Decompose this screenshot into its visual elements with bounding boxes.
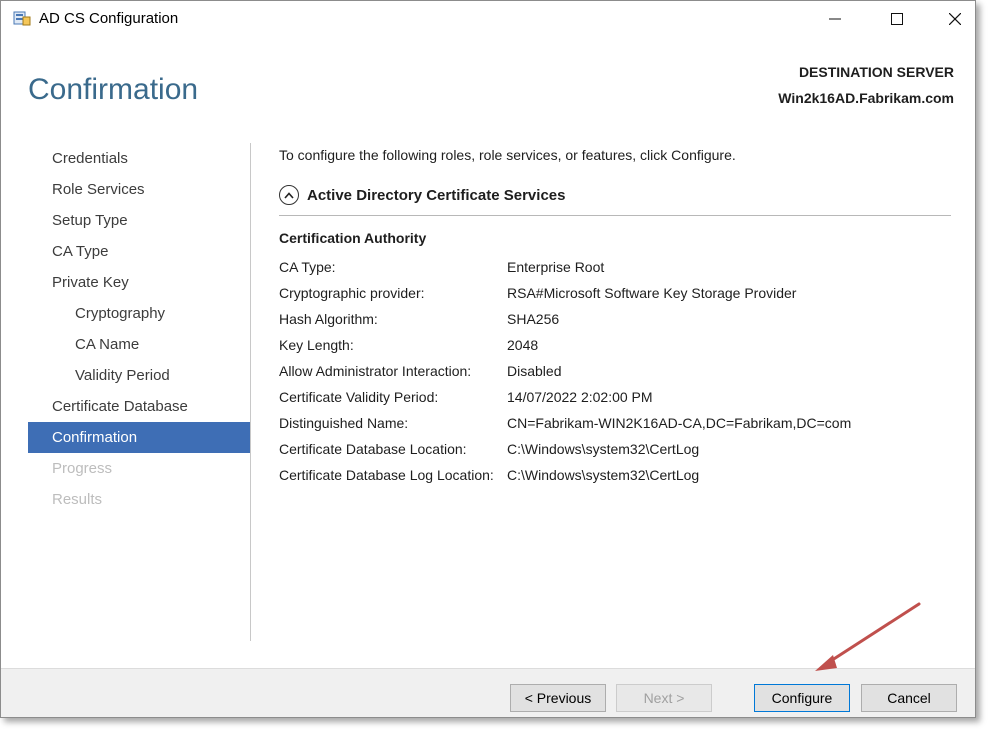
section-divider [279,215,951,216]
intro-text: To configure the following roles, role s… [279,147,736,163]
maximize-button[interactable] [869,1,925,37]
nav-item-confirmation[interactable]: Confirmation [28,422,250,453]
nav-item-credentials[interactable]: Credentials [28,143,250,174]
detail-label: Certificate Validity Period: [279,389,439,405]
detail-value: CN=Fabrikam-WIN2K16AD-CA,DC=Fabrikam,DC=… [507,415,852,431]
button-bar: < Previous Next > Configure Cancel [1,668,975,717]
detail-label: Hash Algorithm: [279,311,378,327]
detail-value: 14/07/2022 2:02:00 PM [507,389,653,405]
page-title: Confirmation [28,73,199,106]
configure-button[interactable]: Configure [754,684,850,712]
nav-item-cryptography[interactable]: Cryptography [28,298,250,329]
nav-item-setup-type[interactable]: Setup Type [28,205,250,236]
close-button[interactable] [927,1,975,37]
ad-cs-configuration-window: AD CS Configuration Confirmation DESTINA… [0,0,976,718]
detail-row: Cryptographic provider: RSA#Microsoft So… [279,281,939,307]
detail-value: RSA#Microsoft Software Key Storage Provi… [507,285,797,301]
detail-row: CA Type: Enterprise Root [279,255,939,281]
next-button: Next > [616,684,712,712]
detail-label: Cryptographic provider: [279,285,425,301]
wizard-nav: Credentials Role Services Setup Type CA … [28,143,250,515]
detail-row: Certificate Validity Period: 14/07/2022 … [279,385,939,411]
detail-label: Certificate Database Log Location: [279,467,494,483]
detail-row: Key Length: 2048 [279,333,939,359]
minimize-icon [829,18,841,20]
detail-row: Hash Algorithm: SHA256 [279,307,939,333]
minimize-button[interactable] [807,1,863,37]
detail-row: Allow Administrator Interaction: Disable… [279,359,939,385]
nav-item-private-key[interactable]: Private Key [28,267,250,298]
collapse-chevron-up-icon[interactable] [279,185,299,205]
destination-server-name: Win2k16AD.Fabrikam.com [778,90,954,106]
detail-value: 2048 [507,337,539,353]
nav-item-results: Results [52,491,103,508]
detail-row: Distinguished Name: CN=Fabrikam-WIN2K16A… [279,411,939,437]
detail-row: Certificate Database Log Location: C:\Wi… [279,463,939,489]
detail-label: Key Length: [279,337,354,353]
detail-row: Certificate Database Location: C:\Window… [279,437,939,463]
close-icon [949,13,961,25]
details-list: CA Type: Enterprise Root Cryptographic p… [279,255,939,489]
window-title: AD CS Configuration [39,10,179,27]
nav-item-progress: Progress [52,460,113,477]
detail-label: Distinguished Name: [279,415,409,431]
nav-item-validity-period[interactable]: Validity Period [28,360,250,391]
section-title: Active Directory Certificate Services [307,186,566,204]
detail-label: Allow Administrator Interaction: [279,363,472,379]
maximize-icon [891,13,903,25]
detail-value: SHA256 [507,311,560,327]
detail-value: C:\Windows\system32\CertLog [507,467,700,483]
nav-item-certificate-database[interactable]: Certificate Database [28,391,250,422]
previous-button[interactable]: < Previous [510,684,606,712]
destination-server-label: DESTINATION SERVER [798,64,954,80]
title-bar: AD CS Configuration [1,1,975,37]
detail-label: Certificate Database Location: [279,441,467,457]
detail-value: C:\Windows\system32\CertLog [507,441,700,457]
detail-value: Disabled [507,363,562,379]
nav-item-ca-type[interactable]: CA Type [28,236,250,267]
server-manager-icon [13,10,31,26]
nav-item-ca-name[interactable]: CA Name [28,329,250,360]
detail-label: CA Type: [279,259,336,275]
nav-divider [250,143,251,641]
section-header[interactable]: Active Directory Certificate Services [279,185,565,205]
group-title: Certification Authority [279,230,427,246]
detail-value: Enterprise Root [507,259,605,275]
nav-item-role-services[interactable]: Role Services [28,174,250,205]
cancel-button[interactable]: Cancel [861,684,957,712]
